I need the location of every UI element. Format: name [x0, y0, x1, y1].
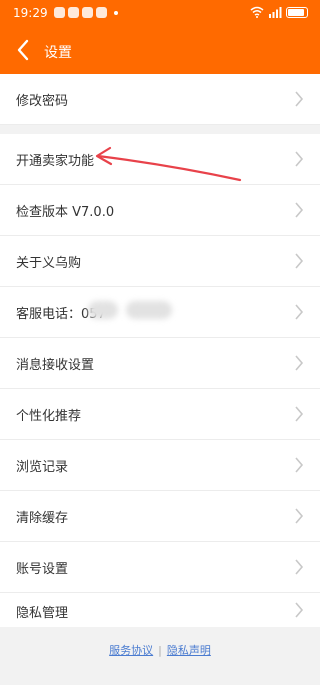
chevron-right-icon	[295, 355, 304, 371]
notification-icons	[54, 7, 118, 18]
privacy-statement-link[interactable]: 隐私声明	[167, 642, 211, 658]
notification-app-icon	[54, 7, 65, 18]
settings-item-privacy-management[interactable]: 隐私管理	[0, 593, 320, 627]
footer-links: 服务协议 | 隐私声明	[0, 628, 320, 672]
settings-item-browsing-history[interactable]: 浏览记录	[0, 440, 320, 491]
settings-item-label: 关于义乌购	[16, 256, 82, 271]
chevron-right-icon	[295, 457, 304, 473]
settings-item-label: 账号设置	[16, 562, 69, 577]
chevron-right-icon	[295, 602, 304, 618]
title-bar: 设置	[0, 30, 320, 70]
chevron-right-icon	[295, 151, 304, 167]
settings-item-personalized-recommendation[interactable]: 个性化推荐	[0, 389, 320, 440]
back-chevron-icon	[17, 39, 29, 61]
chevron-right-icon	[295, 202, 304, 218]
settings-item-message-settings[interactable]: 消息接收设置	[0, 338, 320, 389]
back-button[interactable]	[10, 36, 38, 64]
settings-item-label: 消息接收设置	[16, 358, 95, 373]
settings-item-account-settings[interactable]: 账号设置	[0, 542, 320, 593]
signal-icon	[269, 7, 282, 18]
settings-item-customer-service[interactable]: 客服电话：057	[0, 287, 320, 338]
chevron-right-icon	[295, 253, 304, 269]
battery-icon	[286, 6, 308, 18]
page-title: 设置	[44, 45, 72, 61]
redacted-phone-blur	[88, 301, 118, 319]
settings-item-about[interactable]: 关于义乌购	[0, 236, 320, 287]
notification-app-icon	[96, 7, 107, 18]
chevron-right-icon	[295, 406, 304, 422]
settings-item-check-version[interactable]: 检查版本 V7.0.0	[0, 185, 320, 236]
chevron-right-icon	[295, 559, 304, 575]
settings-item-label: 开通卖家功能	[16, 154, 95, 169]
footer-separator: |	[158, 643, 162, 657]
status-indicators	[250, 6, 308, 18]
settings-item-label: 清除缓存	[16, 511, 69, 526]
notification-app-icon	[68, 7, 79, 18]
settings-item-label: 个性化推荐	[16, 409, 82, 424]
settings-item-change-password[interactable]: 修改密码	[0, 74, 320, 125]
wifi-icon	[250, 6, 264, 18]
settings-item-label: 修改密码	[16, 94, 69, 109]
app-header: 19:29 设置	[0, 0, 320, 74]
redacted-phone-blur	[126, 301, 172, 319]
chevron-right-icon	[295, 91, 304, 107]
service-agreement-link[interactable]: 服务协议	[109, 642, 153, 658]
chevron-right-icon	[295, 508, 304, 524]
chevron-right-icon	[295, 304, 304, 320]
settings-item-open-seller[interactable]: 开通卖家功能	[0, 134, 320, 185]
settings-item-label: 隐私管理	[16, 606, 69, 621]
notification-app-icon	[82, 7, 93, 18]
status-time: 19:29	[13, 6, 48, 20]
status-bar: 19:29	[0, 0, 320, 26]
settings-item-label: 浏览记录	[16, 460, 69, 475]
more-notifications-dot-icon	[114, 11, 118, 15]
settings-item-clear-cache[interactable]: 清除缓存	[0, 491, 320, 542]
settings-item-label: 检查版本 V7.0.0	[16, 205, 115, 220]
